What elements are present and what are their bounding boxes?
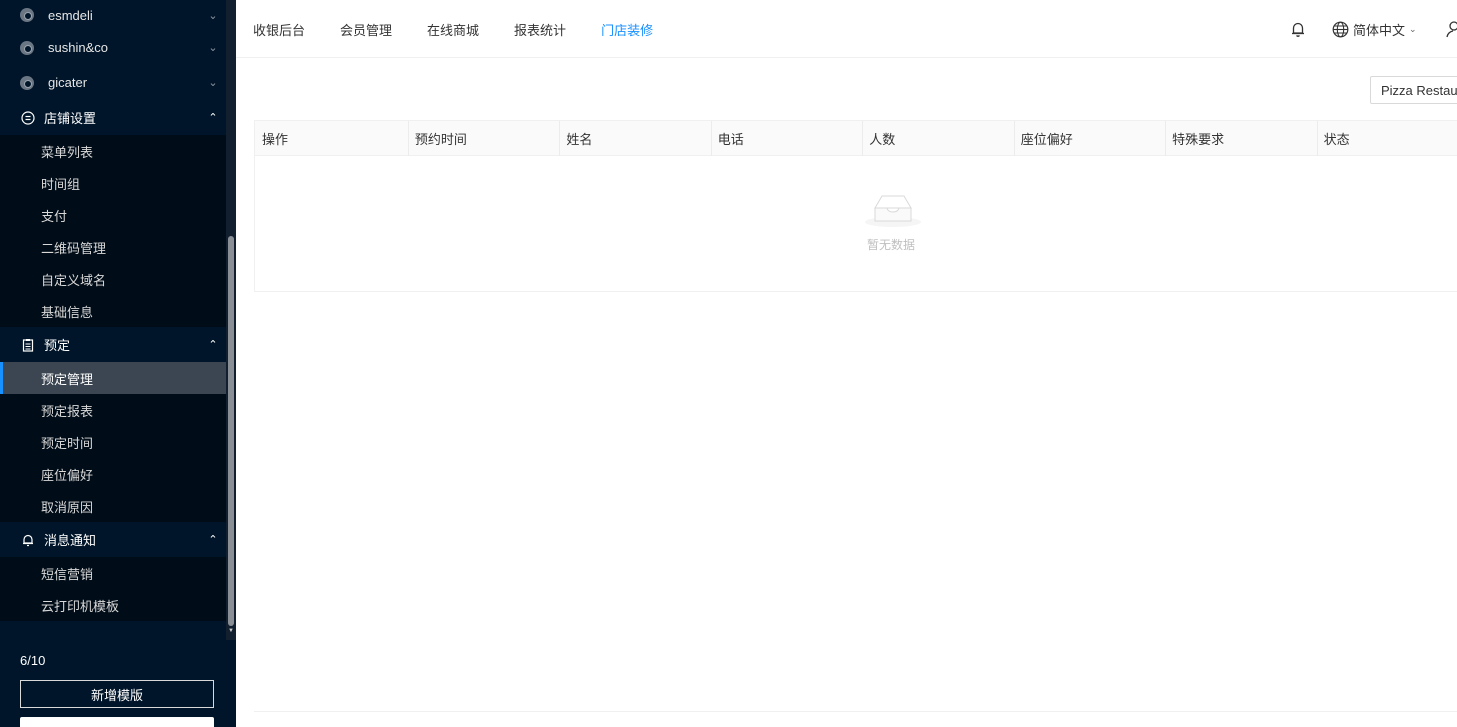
sidebar-item-menu-list[interactable]: 菜单列表 — [0, 135, 226, 167]
column-header-name: 姓名 — [559, 121, 710, 156]
chevron-down-icon: ⌄ — [208, 9, 218, 22]
chrome-icon — [20, 40, 34, 55]
sidebar-item-qrcode[interactable]: 二维码管理 — [0, 231, 226, 263]
sidebar-store-esmdeli[interactable]: esmdeli ⌄ — [0, 0, 226, 30]
sidebar-footer: 6/10 新增模版 — [0, 640, 236, 727]
globe-icon — [1332, 21, 1349, 38]
column-header-special-requests: 特殊要求 — [1165, 121, 1316, 156]
nav-store-decoration[interactable]: 门店装修 — [601, 20, 653, 39]
sidebar-menu: esmdeli ⌄ sushin&co ⌄ gicater ⌄ 店铺设置 ⌃ 菜… — [0, 0, 226, 640]
top-header: 收银后台 会员管理 在线商城 报表统计 门店装修 简体中文 ⌄ — [236, 0, 1457, 58]
footer-input[interactable] — [20, 717, 214, 727]
chevron-up-icon: ⌃ — [208, 112, 218, 124]
empty-state: 暂无数据 — [255, 156, 1457, 292]
language-selector[interactable]: 简体中文 ⌄ — [1332, 20, 1417, 39]
sidebar-item-reservation-management[interactable]: 预定管理 — [0, 362, 226, 394]
sidebar-item-custom-domain[interactable]: 自定义域名 — [0, 263, 226, 295]
sidebar-group-store-settings[interactable]: 店铺设置 ⌃ — [0, 100, 226, 135]
sidebar-group-reservation[interactable]: 预定 ⌃ — [0, 327, 226, 362]
chevron-up-icon: ⌃ — [208, 339, 218, 351]
nav-members[interactable]: 会员管理 — [340, 20, 392, 39]
column-header-phone: 电话 — [710, 121, 862, 156]
clipboard-icon — [20, 337, 36, 353]
chevron-down-icon: ⌄ — [1409, 24, 1417, 34]
template-counter: 6/10 — [20, 653, 46, 668]
sidebar-store-label: sushin&co — [48, 40, 108, 55]
sidebar-item-reservation-report[interactable]: 预定报表 — [0, 394, 226, 426]
store-select[interactable]: Pizza Restaurant — [1370, 76, 1457, 104]
sidebar-submenu: 菜单列表 时间组 支付 二维码管理 自定义域名 基础信息 — [0, 135, 226, 327]
sidebar-item-basic-info[interactable]: 基础信息 — [0, 295, 226, 327]
sidebar-group-label: 店铺设置 — [44, 111, 97, 126]
chrome-icon — [20, 75, 34, 90]
column-header-seat-preference: 座位偏好 — [1013, 121, 1165, 156]
bell-icon[interactable] — [1290, 20, 1306, 38]
reservation-table: 操作 预约时间 姓名 电话 人数 座位偏好 特殊要求 状态 暂无数据 — [254, 120, 1457, 292]
sidebar-group-notifications[interactable]: 消息通知 ⌃ — [0, 522, 226, 557]
user-icon[interactable] — [1446, 20, 1457, 38]
empty-inbox-icon — [863, 190, 923, 230]
column-header-actions: 操作 — [262, 132, 289, 147]
sidebar-item-seat-preference[interactable]: 座位偏好 — [0, 458, 226, 490]
nav-cashier[interactable]: 收银后台 — [253, 20, 305, 39]
sidebar: esmdeli ⌄ sushin&co ⌄ gicater ⌄ 店铺设置 ⌃ 菜… — [0, 0, 236, 727]
chrome-icon — [20, 8, 34, 22]
divider — [254, 711, 1457, 712]
chevron-up-icon: ⌃ — [208, 534, 218, 546]
chevron-down-icon: ⌄ — [208, 77, 218, 89]
bell-icon — [20, 532, 36, 548]
sidebar-item-cancel-reason[interactable]: 取消原因 — [0, 490, 226, 522]
empty-text: 暂无数据 — [867, 238, 916, 252]
sidebar-item-payment[interactable]: 支付 — [0, 199, 226, 231]
scroll-down-icon[interactable]: ▼ — [228, 628, 234, 634]
sidebar-store-sushinco[interactable]: sushin&co ⌄ — [0, 30, 226, 65]
chevron-down-icon: ⌄ — [208, 42, 218, 54]
column-header-party-size: 人数 — [862, 121, 1013, 156]
top-nav: 收银后台 会员管理 在线商城 报表统计 门店装修 — [253, 0, 688, 58]
sidebar-item-reservation-time[interactable]: 预定时间 — [0, 426, 226, 458]
sidebar-store-label: gicater — [48, 75, 88, 90]
sidebar-scrollbar-thumb[interactable] — [228, 236, 234, 626]
sidebar-store-label: esmdeli — [48, 7, 93, 23]
nav-online-shop[interactable]: 在线商城 — [427, 20, 479, 39]
sidebar-item-cloud-printer-template[interactable]: 云打印机模板 — [0, 589, 226, 621]
settings-icon — [20, 110, 36, 126]
sidebar-group-label: 消息通知 — [44, 533, 97, 548]
column-header-status: 状态 — [1316, 121, 1457, 156]
nav-reports[interactable]: 报表统计 — [514, 20, 566, 39]
column-header-time: 预约时间 — [407, 121, 559, 156]
sidebar-submenu: 预定管理 预定报表 预定时间 座位偏好 取消原因 — [0, 362, 226, 522]
table-header: 操作 预约时间 姓名 电话 人数 座位偏好 特殊要求 状态 — [255, 121, 1457, 156]
sidebar-store-gicater[interactable]: gicater ⌄ — [0, 65, 226, 100]
sidebar-submenu: 短信营销 云打印机模板 — [0, 557, 226, 621]
sidebar-item-time-group[interactable]: 时间组 — [0, 167, 226, 199]
add-template-button[interactable]: 新增模版 — [20, 680, 214, 708]
sidebar-group-label: 预定 — [44, 338, 71, 353]
sidebar-item-sms-marketing[interactable]: 短信营销 — [0, 557, 226, 589]
language-label: 简体中文 — [1353, 23, 1406, 38]
